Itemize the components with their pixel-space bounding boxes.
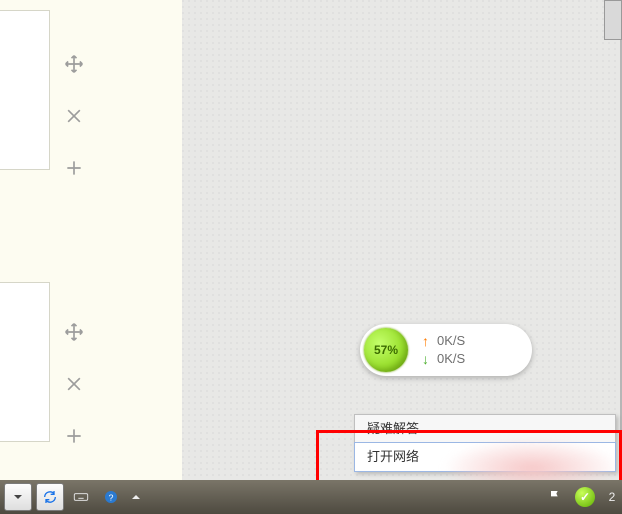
close-icon[interactable] (62, 104, 86, 128)
usage-gauge: 57% (364, 328, 408, 372)
tray-flag-icon[interactable] (542, 484, 568, 510)
thumbnail-card[interactable] (0, 282, 50, 442)
upload-speed: 0K/S (437, 332, 465, 350)
menu-item-faq[interactable]: 疑难解答 (355, 415, 615, 443)
taskbar-keyboard-button[interactable] (68, 484, 94, 510)
svg-text:?: ? (109, 492, 114, 502)
plus-icon[interactable] (62, 424, 86, 448)
left-sidebar (0, 0, 182, 480)
taskbar-overflow-button[interactable] (128, 484, 144, 510)
taskbar-help-button[interactable]: ? (98, 484, 124, 510)
tray-security-icon[interactable]: ✓ (572, 484, 598, 510)
network-speed-widget[interactable]: 57% ↑ 0K/S ↓ 0K/S (360, 324, 532, 376)
speed-readout: ↑ 0K/S ↓ 0K/S (422, 332, 465, 368)
taskbar: ? ✓ 2 (0, 480, 622, 514)
arrow-down-icon: ↓ (422, 350, 429, 368)
taskbar-sync-button[interactable] (36, 483, 64, 511)
download-speed: 0K/S (437, 350, 465, 368)
tray-time: 2 (602, 484, 622, 510)
content-area (182, 0, 622, 480)
arrow-up-icon: ↑ (422, 332, 429, 350)
close-icon[interactable] (62, 372, 86, 396)
usage-percent: 57% (374, 343, 398, 357)
plus-icon[interactable] (62, 156, 86, 180)
thumbnail-card[interactable] (0, 10, 50, 170)
taskbar-dropdown-button[interactable] (4, 483, 32, 511)
move-icon[interactable] (62, 52, 86, 76)
move-icon[interactable] (62, 320, 86, 344)
